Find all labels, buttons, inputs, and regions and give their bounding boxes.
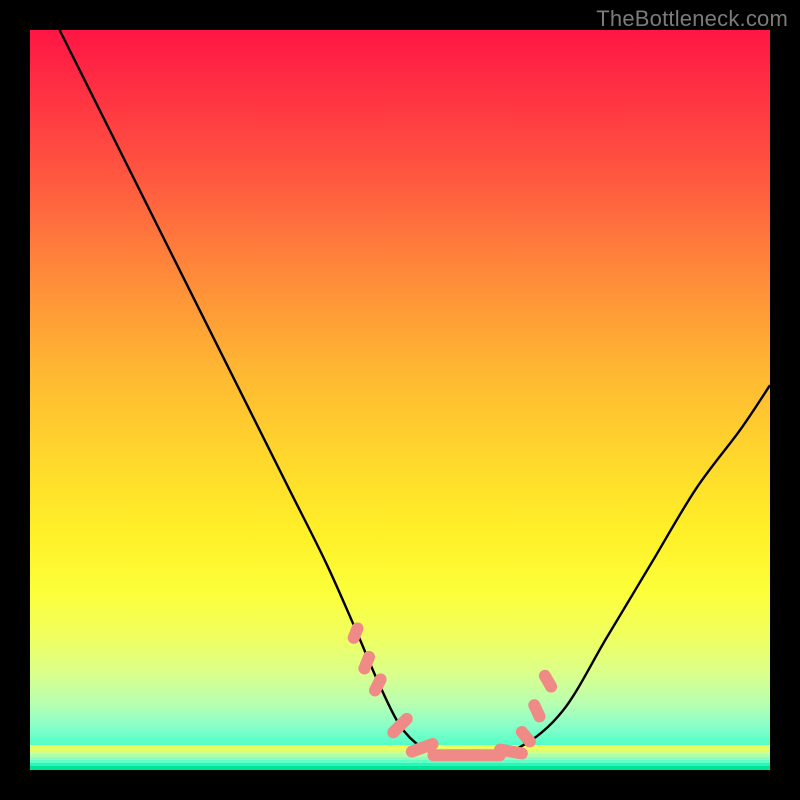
curve-marker [526, 697, 547, 724]
watermark-text: TheBottleneck.com [596, 6, 788, 32]
curve-marker [537, 668, 560, 695]
curve-path [60, 30, 770, 756]
chart-area [30, 30, 770, 770]
curve-marker [367, 671, 389, 698]
curve-markers [346, 621, 559, 762]
curve-marker [346, 621, 365, 646]
curve-marker [385, 710, 415, 740]
bottleneck-curve [30, 30, 770, 770]
